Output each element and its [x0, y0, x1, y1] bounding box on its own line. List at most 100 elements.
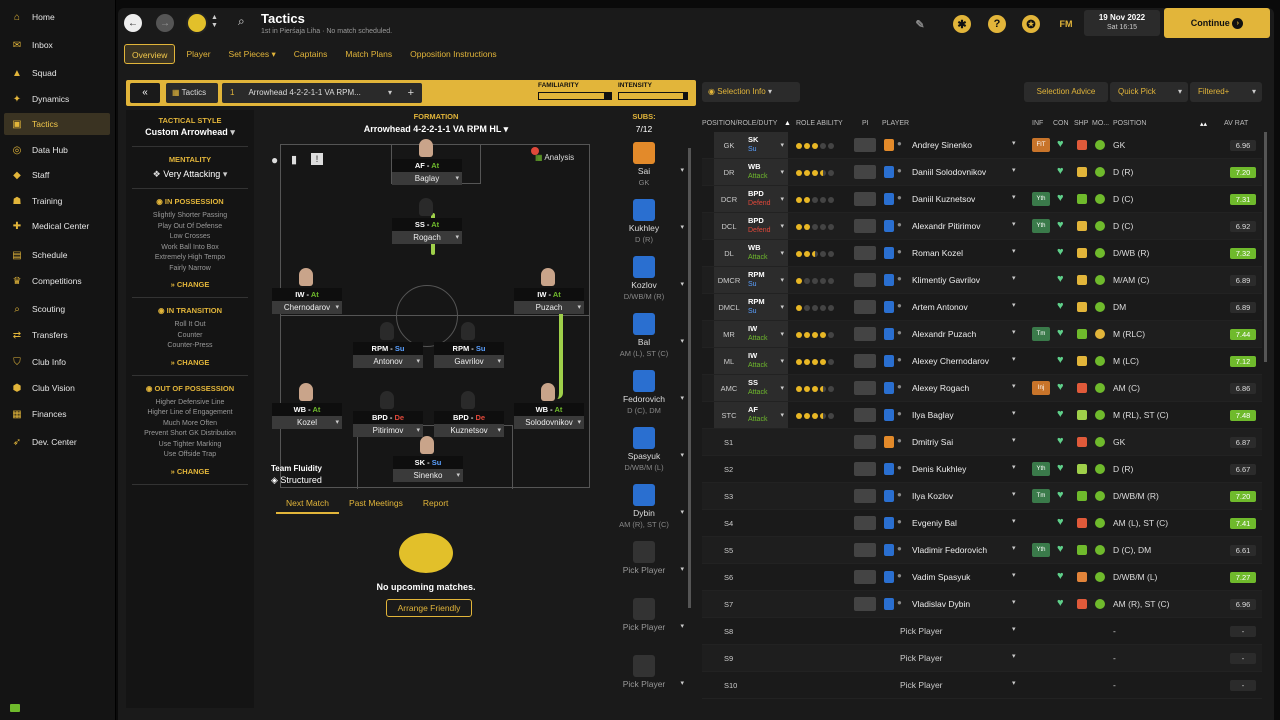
pi-icon[interactable]: [854, 462, 876, 476]
table-row[interactable]: S1 ● Dmitriy Sai ▾ ♥ GK 6.87: [702, 429, 1262, 456]
fm-logo[interactable]: FM: [1054, 15, 1078, 33]
table-row[interactable]: ML IW Attack ▾ ● Alexey Chernodarov ▾ ♥ M (LC) 7.…: [702, 348, 1262, 375]
chevron-down-icon[interactable]: ▾: [1012, 463, 1016, 471]
sidebar-item-tactics[interactable]: ▣ Tactics: [4, 113, 110, 135]
sidebar-item-club-info[interactable]: ⛉ Club Info: [4, 351, 110, 373]
pi-icon[interactable]: [854, 138, 876, 152]
table-row[interactable]: S2 ● Denis Kukhley ▾ Yth ♥ D (R) 6.67: [702, 456, 1262, 483]
table-row[interactable]: S10 Pick Player ▾ - -: [702, 672, 1262, 699]
player-name[interactable]: Alexandr Pitirimov: [912, 221, 981, 231]
chevron-down-icon[interactable]: ▾: [1012, 409, 1016, 417]
pi-icon[interactable]: [854, 219, 876, 233]
player-role[interactable]: WB - At: [272, 403, 342, 416]
player-name[interactable]: Dmitriy Sai: [912, 437, 953, 447]
selection-info-button[interactable]: ◉ Selection Info ▾: [702, 82, 800, 102]
player-role[interactable]: BPD - De: [353, 411, 423, 424]
pitch-player-antonov[interactable]: RPM - Su Antonov: [353, 322, 423, 368]
col-header-mo[interactable]: MO...: [1092, 120, 1109, 127]
position-role-duty[interactable]: DMCR RPM Su ▾: [714, 267, 788, 293]
player-name[interactable]: Andrey Sinenko: [912, 140, 972, 150]
help-icon[interactable]: ?: [988, 15, 1006, 33]
pi-icon[interactable]: [854, 165, 876, 179]
pick-player-button[interactable]: Pick Player: [900, 626, 943, 636]
col-header-pi[interactable]: PI: [862, 120, 869, 127]
club-crest[interactable]: [186, 12, 208, 34]
date-display[interactable]: 19 Nov 2022 Sat 16:15: [1084, 10, 1160, 36]
pi-icon[interactable]: [854, 570, 876, 584]
chevron-down-icon[interactable]: ▾: [1012, 598, 1016, 606]
competition-icon[interactable]: ✪: [1022, 15, 1040, 33]
sub-name[interactable]: Dybin ▾: [604, 508, 684, 518]
pi-icon[interactable]: [854, 192, 876, 206]
sidebar-item-scouting[interactable]: ⌕ Scouting: [4, 298, 110, 320]
pi-icon[interactable]: [854, 381, 876, 395]
pi-icon[interactable]: [854, 597, 876, 611]
sidebar-item-training[interactable]: ☗ Training: [4, 190, 110, 212]
position-role-duty[interactable]: AMC SS Attack ▾: [714, 375, 788, 401]
chevron-down-icon[interactable]: ▾: [1012, 301, 1016, 309]
player-role[interactable]: BPD - De: [434, 411, 504, 424]
pi-icon[interactable]: [854, 354, 876, 368]
sub-name[interactable]: Fedorovich ▾: [604, 394, 684, 404]
player-name[interactable]: Denis Kukhley: [912, 464, 966, 474]
sidebar-item-club-vision[interactable]: ⬢ Club Vision: [4, 377, 110, 399]
player-name[interactable]: Klimentiy Gavrilov: [912, 275, 980, 285]
table-row[interactable]: S9 Pick Player ▾ - -: [702, 645, 1262, 672]
pitch-player-rogach[interactable]: SS - At Rogach: [392, 198, 462, 244]
chevron-down-icon[interactable]: ▾: [1012, 355, 1016, 363]
sub-slot[interactable]: Sai ▾ GK: [604, 142, 684, 187]
tactic-select[interactable]: 1 Arrowhead 4-2-2-1-1 VA RPM... ▾ +: [222, 83, 422, 103]
selection-advice-button[interactable]: Selection Advice: [1024, 82, 1108, 102]
player-name[interactable]: Ilya Kozlov: [912, 491, 953, 501]
pi-icon[interactable]: [854, 516, 876, 530]
chevron-down-icon[interactable]: ▾: [1012, 166, 1016, 174]
familiarity-bar[interactable]: [538, 92, 612, 100]
player-name[interactable]: Alexey Rogach: [912, 383, 969, 393]
chevron-down-icon[interactable]: ▾: [1012, 193, 1016, 201]
back-button[interactable]: ←: [124, 14, 142, 32]
position-role-duty[interactable]: MR IW Attack ▾: [714, 321, 788, 347]
forward-button[interactable]: →: [156, 14, 174, 32]
player-name[interactable]: Vladimir Fedorovich: [912, 545, 987, 555]
table-row[interactable]: AMC SS Attack ▾ ● Alexey Rogach ▾ Inj ♥ AM (C) 6.8…: [702, 375, 1262, 402]
table-scrollbar[interactable]: [1264, 132, 1267, 362]
sidebar-item-medical-center[interactable]: ✚ Medical Center: [4, 215, 110, 237]
chevron-down-icon[interactable]: ▾: [1012, 436, 1016, 444]
table-row[interactable]: STC AF Attack ▾ ● Ilya Baglay ▾ ♥ M (RL), ST (C)…: [702, 402, 1262, 429]
chevron-down-icon[interactable]: ▾: [1012, 139, 1016, 147]
sub-name[interactable]: Spasyuk ▾: [604, 451, 684, 461]
pitch-player-kuznetsov[interactable]: BPD - De Kuznetsov: [434, 391, 504, 437]
subs-scrollbar[interactable]: [688, 148, 691, 608]
status-icon[interactable]: [10, 704, 20, 712]
pi-icon[interactable]: [854, 327, 876, 341]
sidebar-item-squad[interactable]: ▲ Squad: [4, 62, 110, 84]
sub-slot[interactable]: Dybin ▾ AM (R), ST (C): [604, 484, 684, 529]
sub-name[interactable]: Kukhley ▾: [604, 223, 684, 233]
player-role[interactable]: SS - At: [392, 218, 462, 231]
sub-name[interactable]: Sai ▾: [604, 166, 684, 176]
search-icon[interactable]: ⌕: [238, 14, 245, 29]
player-role[interactable]: RPM - Su: [434, 342, 504, 355]
player-info-icon[interactable]: ●: [271, 153, 278, 167]
possession-change-button[interactable]: » CHANGE: [126, 280, 254, 289]
sidebar-item-data-hub[interactable]: ◎ Data Hub: [4, 139, 110, 161]
tab-captains[interactable]: Captains: [287, 44, 335, 64]
sidebar-item-dev-center[interactable]: ➶ Dev. Center: [4, 431, 110, 453]
pitch-player-kozel[interactable]: WB - At Kozel: [272, 383, 342, 429]
pitch-player-sinenko[interactable]: SK - Su Sinenko: [393, 436, 463, 482]
continue-button[interactable]: Continue ›: [1164, 8, 1270, 38]
chevron-down-icon[interactable]: ▾: [1012, 571, 1016, 579]
player-name[interactable]: Vladislav Dybin: [912, 599, 970, 609]
chevron-down-icon[interactable]: ▾: [1012, 517, 1016, 525]
sub-slot[interactable]: Pick Player ▾: [604, 541, 684, 577]
filter-button[interactable]: Filtered+ ▾: [1190, 82, 1262, 102]
pitch-player-baglay[interactable]: AF - At Baglay: [392, 139, 462, 185]
sub-name[interactable]: Pick Player ▾: [604, 679, 684, 689]
pitch-player-solodovnikov[interactable]: WB - At Solodovnikov: [514, 383, 584, 429]
chevron-down-icon[interactable]: ▾: [1012, 328, 1016, 336]
position-role-duty[interactable]: DR WB Attack ▾: [714, 159, 788, 185]
sub-name[interactable]: Kozlov ▾: [604, 280, 684, 290]
table-row[interactable]: S8 Pick Player ▾ - -: [702, 618, 1262, 645]
match-tab-past-meetings[interactable]: Past Meetings: [339, 494, 413, 514]
player-name[interactable]: Evgeniy Bal: [912, 518, 957, 528]
